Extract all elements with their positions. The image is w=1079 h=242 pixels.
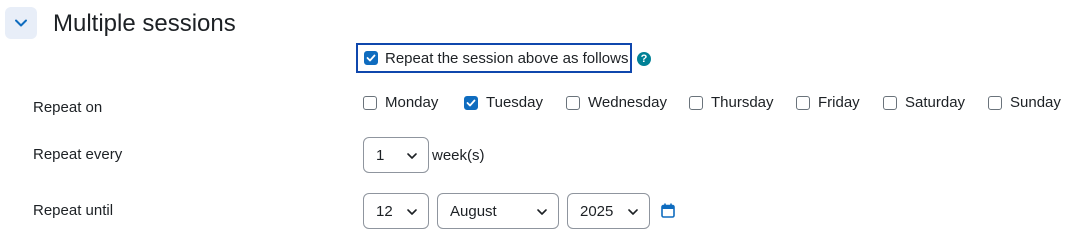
day-saturday[interactable]: Saturday (883, 94, 965, 111)
day-label: Thursday (711, 94, 774, 111)
calendar-icon[interactable] (661, 203, 675, 218)
repeat-session-label: Repeat the session above as follows (385, 49, 629, 67)
repeat-until-year-value: 2025 (580, 202, 614, 220)
day-checkbox[interactable] (883, 95, 897, 110)
chevron-down-icon (15, 19, 27, 27)
day-checkbox[interactable] (689, 95, 703, 110)
check-icon (366, 54, 376, 62)
day-checkbox[interactable] (796, 95, 810, 110)
repeat-until-day-select[interactable]: 12 (363, 193, 429, 229)
repeat-session-checkbox[interactable] (364, 51, 378, 65)
day-label: Wednesday (588, 94, 667, 111)
repeat-until-month-select[interactable]: August (437, 193, 559, 229)
chevron-down-icon (407, 153, 417, 159)
day-checkbox[interactable] (464, 95, 478, 110)
section-title: Multiple sessions (53, 10, 236, 37)
day-monday[interactable]: Monday (363, 94, 438, 111)
day-checkbox[interactable] (566, 95, 580, 110)
day-label: Friday (818, 94, 860, 111)
chevron-down-icon (407, 209, 417, 215)
day-checkbox[interactable] (363, 95, 377, 110)
repeat-session-checkbox-container[interactable]: Repeat the session above as follows (356, 43, 632, 73)
day-tuesday[interactable]: Tuesday (464, 94, 543, 111)
check-icon (466, 99, 476, 106)
repeat-until-year-select[interactable]: 2025 (567, 193, 650, 229)
repeat-every-unit: week(s) (432, 147, 485, 164)
repeat-every-select[interactable]: 1 (363, 137, 429, 173)
day-wednesday[interactable]: Wednesday (566, 94, 667, 111)
day-checkbox[interactable] (988, 95, 1002, 110)
chevron-down-icon (628, 209, 638, 215)
day-thursday[interactable]: Thursday (689, 94, 774, 111)
day-label: Tuesday (486, 94, 543, 111)
collapse-toggle-button[interactable] (5, 7, 37, 39)
day-label: Sunday (1010, 94, 1061, 111)
repeat-on-label: Repeat on (33, 99, 103, 116)
repeat-until-label: Repeat until (33, 202, 114, 219)
repeat-every-value: 1 (376, 146, 385, 164)
chevron-down-icon (537, 209, 547, 215)
help-icon[interactable]: ? (637, 52, 651, 66)
day-label: Saturday (905, 94, 966, 111)
repeat-every-label: Repeat every (33, 146, 123, 163)
repeat-until-month-value: August (450, 202, 497, 220)
day-friday[interactable]: Friday (796, 94, 860, 111)
day-label: Monday (385, 94, 439, 111)
day-sunday[interactable]: Sunday (988, 94, 1061, 111)
repeat-until-day-value: 12 (376, 202, 393, 220)
